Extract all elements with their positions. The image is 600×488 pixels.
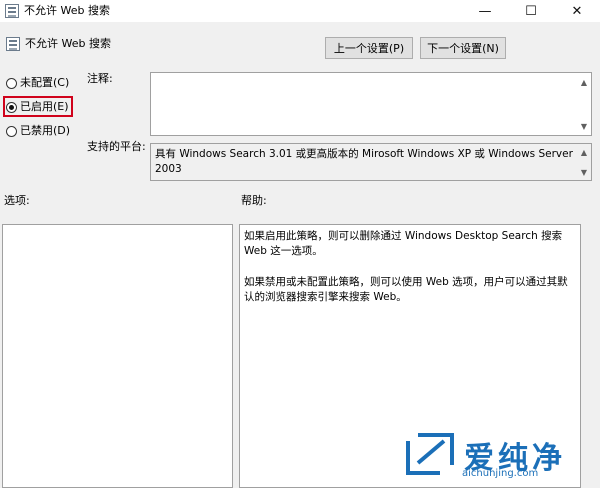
supported-on-text: 具有 Windows Search 3.01 或更高版本的 Mirosoft W… [155,148,577,175]
radio-enabled-indicator[interactable] [6,101,17,113]
watermark-logo-icon [406,433,454,475]
comment-scrollbar[interactable]: ▲ ▼ [577,73,591,135]
radio-enabled-label: 已启用(E) [20,100,69,113]
policy-name: 不允许 Web 搜索 [25,37,111,50]
comment-label: 注释: [87,72,113,85]
policy-setting-icon [6,37,20,51]
radio-disabled-indicator[interactable] [6,125,17,137]
supported-scrollbar[interactable]: ▲ ▼ [577,144,591,180]
comment-textarea[interactable]: ▲ ▼ [150,72,592,136]
previous-setting-button[interactable]: 上一个设置(P) [325,37,413,59]
radio-disabled[interactable]: 已禁用(D) [6,123,70,139]
radio-not-configured-indicator[interactable] [6,77,17,89]
scroll-down-icon[interactable]: ▼ [577,165,591,179]
radio-not-configured-label: 未配置(C) [20,76,70,89]
close-button[interactable]: ✕ [554,0,600,22]
radio-enabled[interactable]: 已启用(E) [6,99,69,115]
maximize-button[interactable]: ☐ [508,0,554,22]
radio-not-configured[interactable]: 未配置(C) [6,75,69,91]
window-title: 不允许 Web 搜索 [24,4,110,17]
help-label: 帮助: [241,194,267,207]
options-label: 选项: [4,194,30,207]
scroll-up-icon[interactable]: ▲ [577,145,591,159]
radio-disabled-label: 已禁用(D) [20,124,71,137]
supported-on-label: 支持的平台: [87,140,146,153]
supported-on-box: 具有 Windows Search 3.01 或更高版本的 Mirosoft W… [150,143,592,181]
minimize-button[interactable]: — [462,0,508,22]
options-pane [2,224,233,488]
help-paragraph-1: 如果启用此策略，则可以删除通过 Windows Desktop Search 搜… [244,230,566,257]
policy-app-icon [5,4,19,18]
scroll-down-icon[interactable]: ▼ [577,119,591,133]
watermark-url: aichunjing.com [462,468,539,479]
help-paragraph-2: 如果禁用或未配置此策略，则可以使用 Web 选项，用户可以通过其默认的浏览器搜索… [244,276,568,303]
scroll-up-icon[interactable]: ▲ [577,75,591,89]
next-setting-button[interactable]: 下一个设置(N) [420,37,506,59]
